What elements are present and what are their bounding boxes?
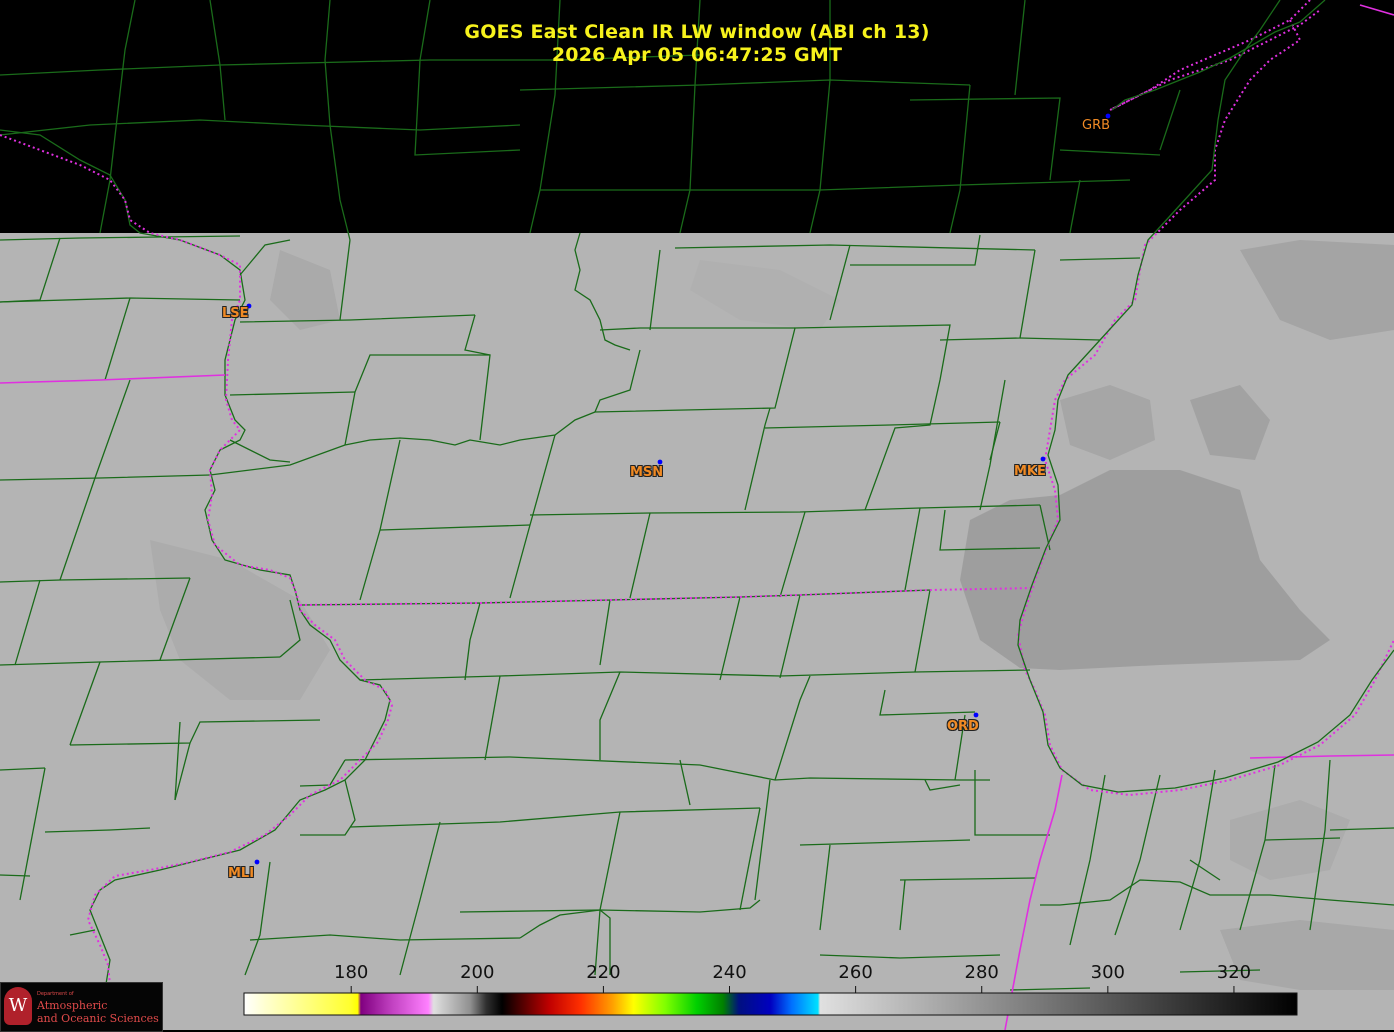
logo-line1: Atmospheric: [37, 999, 108, 1012]
satellite-image-viewer: GOES East Clean IR LW window (ABI ch 13)…: [0, 0, 1394, 1032]
logo-department: Department of: [37, 991, 74, 997]
station-label-mli: MLI: [228, 866, 255, 881]
colorbar-tick-label: 240: [712, 962, 747, 983]
station-label-mke: MKE: [1014, 464, 1046, 479]
colorbar-tick-label: 320: [1216, 962, 1252, 983]
station-label-msn: MSN: [630, 465, 664, 480]
colorbar-tick-label: 280: [964, 962, 999, 983]
aos-logo: W Department of Atmospheric and Oceanic …: [0, 982, 163, 1032]
image-timestamp: 2026 Apr 05 06:47:25 GMT: [551, 44, 843, 66]
station-label-lse: LSE: [222, 306, 249, 321]
colorbar-tick-label: 220: [586, 962, 621, 983]
station-label-ord: ORD: [947, 719, 979, 734]
colorbar-tick-label: 300: [1090, 962, 1125, 983]
satellite-map: [0, 0, 1394, 1030]
station-label-grb: GRB: [1082, 118, 1111, 133]
uw-seal-icon: W: [4, 987, 32, 1025]
image-title: GOES East Clean IR LW window (ABI ch 13): [464, 21, 930, 43]
logo-line2: and Oceanic Sciences: [37, 1012, 159, 1025]
colorbar: [243, 992, 1298, 1016]
colorbar-tick-label: 180: [334, 962, 369, 983]
colorbar-tick-label: 260: [838, 962, 873, 983]
colorbar-tick-label: 200: [460, 962, 495, 983]
